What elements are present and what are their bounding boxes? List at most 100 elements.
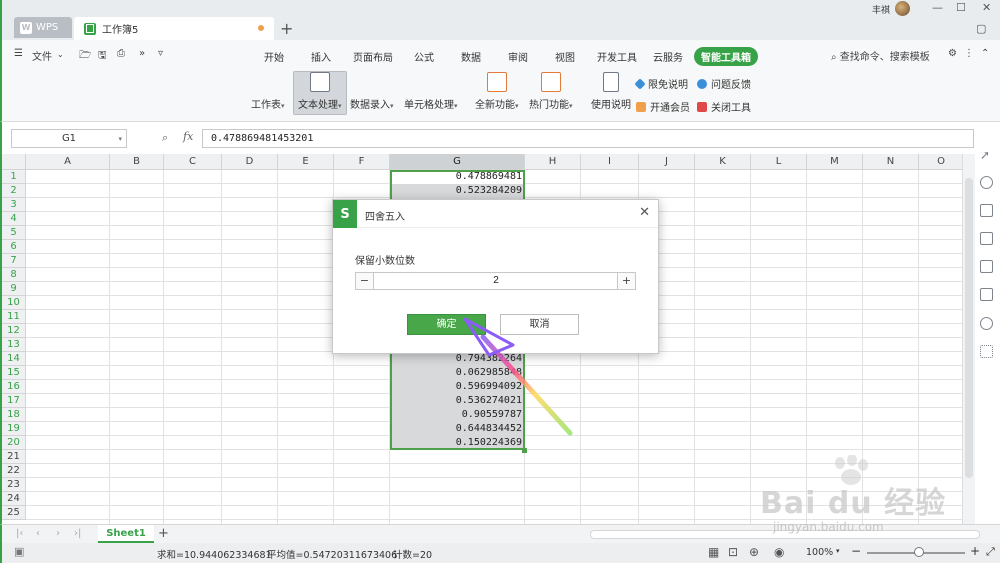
column-header-e[interactable]: E	[278, 154, 334, 170]
row-header-16[interactable]: 16	[2, 380, 26, 394]
cursor-icon[interactable]: ➚	[980, 148, 993, 162]
zoom-out-icon[interactable]: −	[851, 544, 861, 558]
tab-smart-toolbox[interactable]: 智能工具箱	[694, 47, 758, 66]
decimal-places-input[interactable]: 2	[375, 273, 617, 289]
row-header-20[interactable]: 20	[2, 436, 26, 450]
feedback-button[interactable]: 问题反馈	[697, 76, 751, 91]
column-header-b[interactable]: B	[110, 154, 164, 170]
zoom-formula-icon[interactable]: ⌕	[162, 131, 168, 145]
close-icon[interactable]: ✕	[639, 205, 650, 220]
increment-button[interactable]: +	[617, 273, 635, 289]
prev-sheet-icon[interactable]: ‹	[36, 528, 40, 539]
function-icon[interactable]: fx	[183, 130, 193, 143]
text-processing-button[interactable]: 文本处理▾	[293, 71, 347, 115]
new-features-button[interactable]: 全新功能▾	[475, 72, 519, 111]
command-search[interactable]: ⌕ 查找命令、搜索模板	[831, 48, 930, 63]
cell-processing-button[interactable]: 单元格处理▾	[404, 72, 458, 246]
data-entry-button[interactable]: 数据录入▾	[350, 72, 394, 246]
formula-input[interactable]: 0.478869481453201	[202, 129, 974, 148]
column-header-h[interactable]: H	[525, 154, 581, 170]
tab-page-layout[interactable]: 页面布局	[353, 49, 393, 64]
normal-view-icon[interactable]: ▦	[708, 545, 719, 559]
column-header-n[interactable]: N	[863, 154, 919, 170]
customize-icon[interactable]: ▿	[158, 48, 163, 59]
page-layout-view-icon[interactable]: ⊡	[728, 545, 738, 559]
popular-features-button[interactable]: 热门功能▾	[529, 72, 573, 111]
select-all-corner[interactable]	[2, 154, 26, 170]
row-header-19[interactable]: 19	[2, 422, 26, 436]
last-sheet-icon[interactable]: ›|	[74, 528, 81, 539]
row-header-7[interactable]: 7	[2, 254, 26, 268]
row-header-15[interactable]: 15	[2, 366, 26, 380]
macro-icon[interactable]: ▣	[14, 545, 24, 558]
zoom-level[interactable]: 100%	[806, 547, 833, 558]
tab-developer[interactable]: 开发工具	[597, 49, 637, 64]
row-header-9[interactable]: 9	[2, 282, 26, 296]
decimal-places-stepper[interactable]: − 2 +	[355, 272, 636, 290]
more-icon[interactable]: »	[139, 48, 145, 59]
file-menu[interactable]: 文件	[32, 48, 52, 63]
column-header-f[interactable]: F	[334, 154, 390, 170]
close-tools-button[interactable]: 关闭工具	[697, 99, 751, 114]
column-header-a[interactable]: A	[26, 154, 110, 170]
print-icon[interactable]: ⎙	[117, 48, 125, 59]
column-header-j[interactable]: J	[639, 154, 695, 170]
decrement-button[interactable]: −	[356, 273, 374, 289]
row-header-13[interactable]: 13	[2, 338, 26, 352]
tab-cloud[interactable]: 云服务	[653, 49, 683, 64]
column-header-d[interactable]: D	[222, 154, 278, 170]
archive-icon[interactable]	[980, 260, 993, 273]
membership-button[interactable]: 开通会员	[636, 99, 690, 114]
row-header-14[interactable]: 14	[2, 352, 26, 366]
close-window-icon[interactable]: ✕	[982, 1, 991, 14]
row-header-6[interactable]: 6	[2, 240, 26, 254]
zoom-slider-knob[interactable]	[914, 547, 924, 557]
tab-view[interactable]: 视图	[555, 49, 575, 64]
crop-icon[interactable]	[980, 204, 993, 217]
column-header-l[interactable]: L	[751, 154, 807, 170]
row-header-5[interactable]: 5	[2, 226, 26, 240]
fill-handle[interactable]	[522, 448, 527, 453]
apps-grid-icon[interactable]	[980, 345, 993, 358]
row-header-1[interactable]: 1	[2, 170, 26, 184]
shapes-icon[interactable]	[980, 176, 993, 189]
vertical-scrollbar[interactable]	[962, 154, 975, 524]
row-header-25[interactable]: 25	[2, 506, 26, 520]
tab-insert[interactable]: 插入	[311, 49, 331, 64]
column-header-k[interactable]: K	[695, 154, 751, 170]
cell-g1[interactable]: 0.478869481	[392, 171, 522, 182]
row-header-8[interactable]: 8	[2, 268, 26, 282]
backup-icon[interactable]	[980, 232, 993, 245]
usage-guide-button[interactable]: 使用说明	[591, 72, 631, 111]
row-header-17[interactable]: 17	[2, 394, 26, 408]
vertical-scroll-thumb[interactable]	[965, 178, 973, 478]
open-folder-icon[interactable]: 🗁	[79, 48, 91, 65]
row-header-22[interactable]: 22	[2, 464, 26, 478]
row-header-11[interactable]: 11	[2, 310, 26, 324]
row-header-23[interactable]: 23	[2, 478, 26, 492]
column-header-i[interactable]: I	[581, 154, 639, 170]
document-tab[interactable]: 工作簿5	[74, 17, 274, 40]
maximize-icon[interactable]: ☐	[956, 1, 966, 14]
tab-formula[interactable]: 公式	[414, 49, 434, 64]
tools-icon[interactable]	[980, 288, 993, 301]
tab-review[interactable]: 审阅	[508, 49, 528, 64]
column-header-m[interactable]: M	[807, 154, 863, 170]
eye-protection-icon[interactable]: ◉	[774, 545, 784, 559]
help-icon[interactable]	[980, 317, 993, 330]
kebab-menu-icon[interactable]: ⋮	[964, 48, 974, 59]
new-tab-button[interactable]: +	[280, 19, 293, 38]
column-header-c[interactable]: C	[164, 154, 222, 170]
user-name[interactable]: 丰祺	[872, 3, 890, 16]
chevron-down-icon[interactable]: ⌄	[57, 50, 64, 59]
wps-home-tab[interactable]: W WPS	[14, 17, 72, 38]
row-header-12[interactable]: 12	[2, 324, 26, 338]
column-header-o[interactable]: O	[919, 154, 962, 170]
fullscreen-icon[interactable]: ⤢	[986, 545, 995, 559]
worksheet-button[interactable]: 工作表▾	[251, 72, 285, 246]
next-sheet-icon[interactable]: ›	[56, 528, 60, 539]
free-trial-button[interactable]: 限免说明	[634, 76, 688, 91]
tab-home[interactable]: 开始	[264, 49, 284, 64]
row-header-21[interactable]: 21	[2, 450, 26, 464]
panel-toggle-icon[interactable]: ▢	[976, 22, 986, 35]
